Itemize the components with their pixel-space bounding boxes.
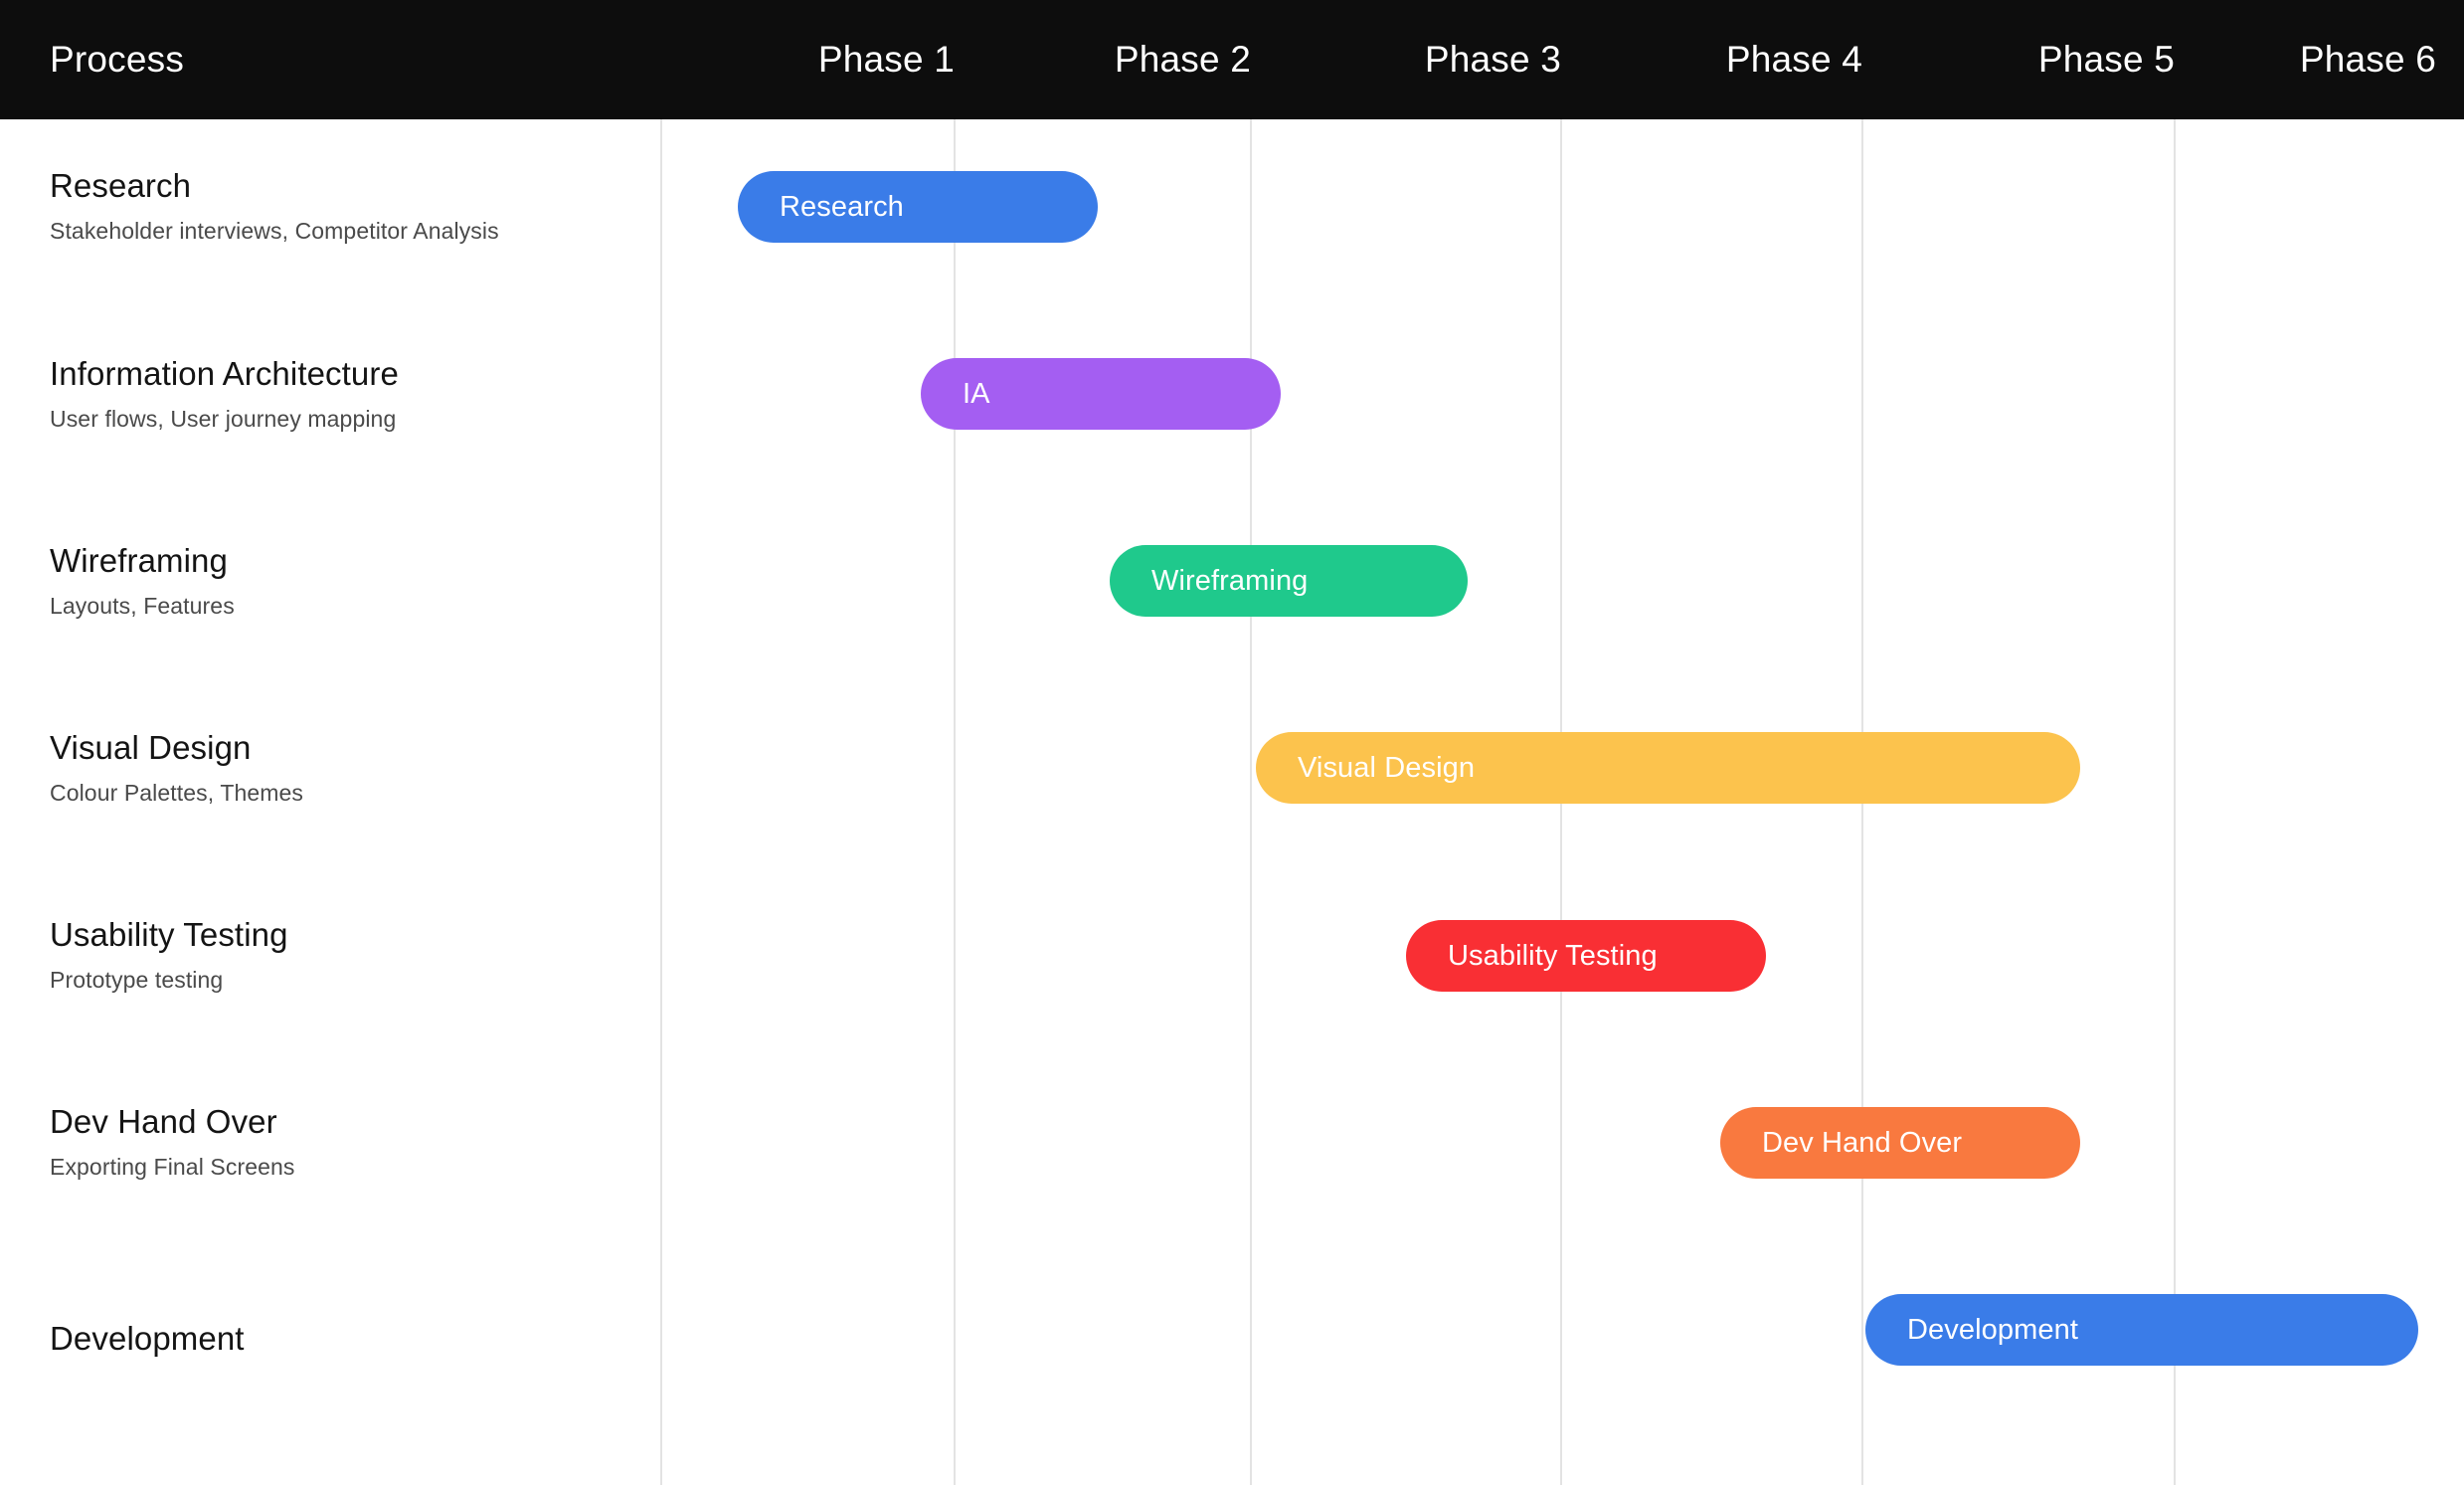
gantt-chart: Process Phase 1 Phase 2 Phase 3 Phase 4 … — [0, 0, 2464, 1485]
chart-header: Process Phase 1 Phase 2 Phase 3 Phase 4 … — [0, 0, 2464, 119]
task-bar-information-architecture[interactable]: IA — [921, 358, 1281, 430]
row-label-visual-design: Visual Design Colour Palettes, Themes — [50, 729, 303, 806]
row-subtitle: Layouts, Features — [50, 592, 235, 619]
row-label-dev-hand-over: Dev Hand Over Exporting Final Screens — [50, 1103, 294, 1180]
row-subtitle: User flows, User journey mapping — [50, 405, 397, 432]
row-subtitle: Colour Palettes, Themes — [50, 779, 303, 806]
row-label-research: Research Stakeholder interviews, Competi… — [50, 167, 499, 244]
row-title: Research — [50, 167, 192, 204]
gridline-phase-2 — [954, 119, 956, 1485]
task-bar-development[interactable]: Development — [1865, 1294, 2418, 1366]
row-subtitle: Exporting Final Screens — [50, 1153, 295, 1180]
header-phase-4: Phase 4 — [1725, 39, 1862, 80]
task-bar-wireframing[interactable]: Wireframing — [1110, 545, 1468, 617]
row-title: Dev Hand Over — [50, 1103, 277, 1140]
task-bar-visual-design[interactable]: Visual Design — [1256, 732, 2080, 804]
row-label-development: Development — [50, 1320, 245, 1371]
row-subtitle: Stakeholder interviews, Competitor Analy… — [50, 217, 499, 244]
gridline-phase-3 — [1250, 119, 1252, 1485]
row-subtitle: Prototype testing — [50, 966, 224, 993]
header-process-label: Process — [50, 39, 185, 80]
gridline-phase-6 — [2174, 119, 2176, 1485]
row-title: Development — [50, 1320, 245, 1357]
row-label-usability-testing: Usability Testing Prototype testing — [50, 916, 288, 993]
header-phase-6: Phase 6 — [2299, 39, 2436, 80]
header-phase-2: Phase 2 — [1114, 39, 1251, 80]
task-bar-research[interactable]: Research — [738, 171, 1098, 243]
row-label-wireframing: Wireframing Layouts, Features — [50, 542, 235, 619]
header-phase-1: Phase 1 — [817, 39, 955, 80]
task-bar-usability-testing[interactable]: Usability Testing — [1406, 920, 1766, 992]
row-title: Visual Design — [50, 729, 252, 766]
header-phase-3: Phase 3 — [1424, 39, 1561, 80]
task-bar-dev-hand-over[interactable]: Dev Hand Over — [1720, 1107, 2080, 1179]
row-title: Wireframing — [50, 542, 228, 579]
row-title: Information Architecture — [50, 355, 399, 392]
gridline-phase-1 — [660, 119, 662, 1485]
header-phase-5: Phase 5 — [2037, 39, 2175, 80]
row-title: Usability Testing — [50, 916, 288, 953]
row-label-information-architecture: Information Architecture User flows, Use… — [50, 355, 399, 432]
